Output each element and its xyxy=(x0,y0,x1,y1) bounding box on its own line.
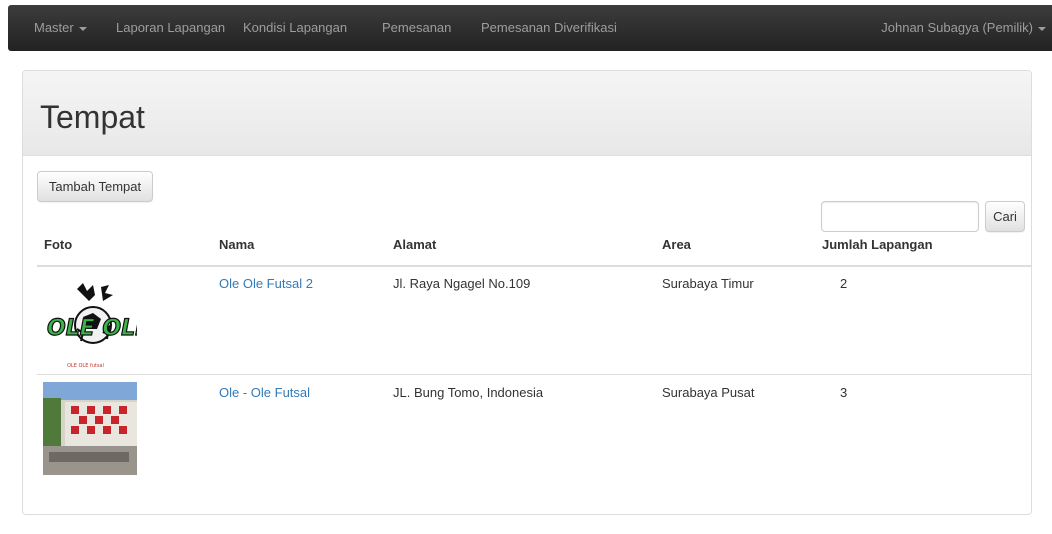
tempat-area: Surabaya Timur xyxy=(662,276,754,291)
building-photo-icon xyxy=(43,382,137,475)
logo-caption: OLE OLE futsal xyxy=(67,363,104,369)
nav-pemesanan[interactable]: Pemesanan xyxy=(382,20,451,35)
nav-user-dropdown[interactable]: Johnan Subagya (Pemilik) xyxy=(881,20,1046,35)
nav-pemesanan-diverifikasi[interactable]: Pemesanan Diverifikasi xyxy=(481,20,617,35)
row-divider xyxy=(37,374,1031,375)
tempat-name-link[interactable]: Ole Ole Futsal 2 xyxy=(219,276,313,291)
tempat-jumlah-lapangan: 2 xyxy=(840,276,848,291)
nav-laporan-lapangan[interactable]: Laporan Lapangan xyxy=(116,20,225,35)
column-header-nama: Nama xyxy=(219,237,255,252)
column-header-alamat: Alamat xyxy=(393,237,437,252)
nav-user-label: Johnan Subagya (Pemilik) xyxy=(881,20,1033,35)
top-navbar: Master Laporan Lapangan Kondisi Lapangan… xyxy=(8,5,1052,51)
tempat-area: Surabaya Pusat xyxy=(662,385,755,400)
search-button[interactable]: Cari xyxy=(985,201,1025,232)
table-header-divider xyxy=(37,265,1031,267)
page-title: Tempat xyxy=(40,99,145,135)
tempat-jumlah-lapangan: 3 xyxy=(840,385,848,400)
caret-down-icon xyxy=(78,26,87,31)
column-header-jumlah-lapangan: Jumlah Lapangan xyxy=(822,237,933,252)
tempat-panel: Tempat Tambah Tempat Cari Foto Nama Alam… xyxy=(22,70,1032,515)
nav-master-label: Master xyxy=(34,20,74,35)
search-input[interactable] xyxy=(821,201,979,232)
caret-down-icon xyxy=(1038,26,1046,31)
tempat-alamat: Jl. Raya Ngagel No.109 xyxy=(393,276,531,291)
column-header-area: Area xyxy=(662,237,691,252)
column-header-foto: Foto xyxy=(44,237,73,252)
add-tempat-button[interactable]: Tambah Tempat xyxy=(37,171,153,202)
nav-master-dropdown[interactable]: Master xyxy=(34,20,87,35)
foto-ole-futsal-building xyxy=(43,382,137,475)
tempat-name-link[interactable]: Ole - Ole Futsal xyxy=(219,385,310,400)
panel-heading: Tempat xyxy=(23,71,1031,156)
nav-kondisi-lapangan[interactable]: Kondisi Lapangan xyxy=(243,20,347,35)
tempat-alamat: JL. Bung Tomo, Indonesia xyxy=(393,385,544,400)
logo-text: OLE OLE xyxy=(47,316,137,341)
futsal-logo-icon: OLE OLE OLE OLE futsal xyxy=(46,283,151,369)
foto-ole-ole-logo: OLE OLE OLE OLE futsal xyxy=(43,283,151,371)
